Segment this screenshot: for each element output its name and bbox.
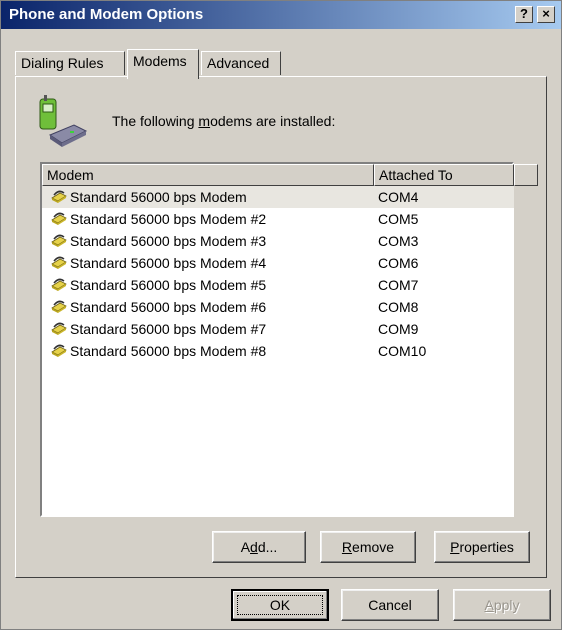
modem-icon	[51, 234, 67, 247]
modem-icon	[51, 256, 67, 269]
list-item[interactable]: Standard 56000 bps Modem #8 COM10	[42, 340, 512, 362]
column-header-attached-to[interactable]: Attached To	[374, 164, 514, 186]
modem-icon	[51, 278, 67, 291]
modem-name: Standard 56000 bps Modem	[70, 189, 247, 205]
attached-port: COM5	[378, 211, 419, 227]
list-item[interactable]: Standard 56000 bps Modem #6 COM8	[42, 296, 512, 318]
tab-advanced[interactable]: Advanced	[201, 51, 281, 75]
list-item[interactable]: Standard 56000 bps Modem COM4	[42, 186, 514, 208]
phone-modem-icon	[39, 95, 88, 147]
modem-name: Standard 56000 bps Modem #4	[70, 255, 267, 271]
attached-port: COM4	[378, 189, 419, 205]
modem-icon	[51, 190, 67, 203]
tab-dialing-rules[interactable]: Dialing Rules	[15, 51, 125, 75]
list-item[interactable]: Standard 56000 bps Modem #3 COM3	[42, 230, 512, 252]
modem-name: Standard 56000 bps Modem #7	[70, 321, 267, 337]
modem-list[interactable]: Modem Attached To Standard 56000 bps Mod…	[40, 162, 538, 517]
modem-name: Standard 56000 bps Modem #5	[70, 277, 267, 293]
modem-icon	[51, 212, 67, 225]
modem-name: Standard 56000 bps Modem #8	[70, 343, 267, 359]
modem-name: Standard 56000 bps Modem #3	[70, 233, 267, 249]
list-item[interactable]: Standard 56000 bps Modem #2 COM5	[42, 208, 512, 230]
modem-icon	[51, 322, 67, 335]
column-header-filler	[514, 164, 538, 186]
modem-icon	[51, 300, 67, 313]
attached-port: COM7	[378, 277, 419, 293]
modems-tab-panel: The following modems are installed: Mode…	[15, 76, 547, 578]
tab-modems[interactable]: Modems	[127, 49, 199, 79]
title-bar[interactable]: Phone and Modem Options ? ×	[1, 1, 561, 29]
list-item[interactable]: Standard 56000 bps Modem #4 COM6	[42, 252, 512, 274]
list-item[interactable]: Standard 56000 bps Modem #7 COM9	[42, 318, 512, 340]
remove-button[interactable]: Remove	[320, 531, 416, 563]
installed-modems-label: The following modems are installed:	[112, 113, 336, 129]
attached-port: COM3	[378, 233, 419, 249]
focus-rect	[237, 595, 323, 615]
phone-modem-options-dialog: Phone and Modem Options ? × Dialing Rule…	[0, 0, 562, 630]
attached-port: COM8	[378, 299, 419, 315]
list-header: Modem Attached To	[42, 164, 538, 186]
cancel-button[interactable]: Cancel	[341, 589, 439, 621]
list-item[interactable]: Standard 56000 bps Modem #5 COM7	[42, 274, 512, 296]
modem-name: Standard 56000 bps Modem #6	[70, 299, 267, 315]
attached-port: COM10	[378, 343, 427, 359]
help-button[interactable]: ?	[515, 6, 533, 23]
attached-port: COM9	[378, 321, 419, 337]
window-title: Phone and Modem Options	[9, 6, 204, 23]
close-button[interactable]: ×	[537, 6, 555, 23]
ok-button[interactable]: OK	[231, 589, 329, 621]
apply-button[interactable]: Apply	[453, 589, 551, 621]
add-button[interactable]: Add...	[212, 531, 306, 563]
modem-name: Standard 56000 bps Modem #2	[70, 211, 267, 227]
column-header-modem[interactable]: Modem	[42, 164, 374, 186]
properties-button[interactable]: Properties	[434, 531, 530, 563]
attached-port: COM6	[378, 255, 419, 271]
modem-icon	[51, 344, 67, 357]
